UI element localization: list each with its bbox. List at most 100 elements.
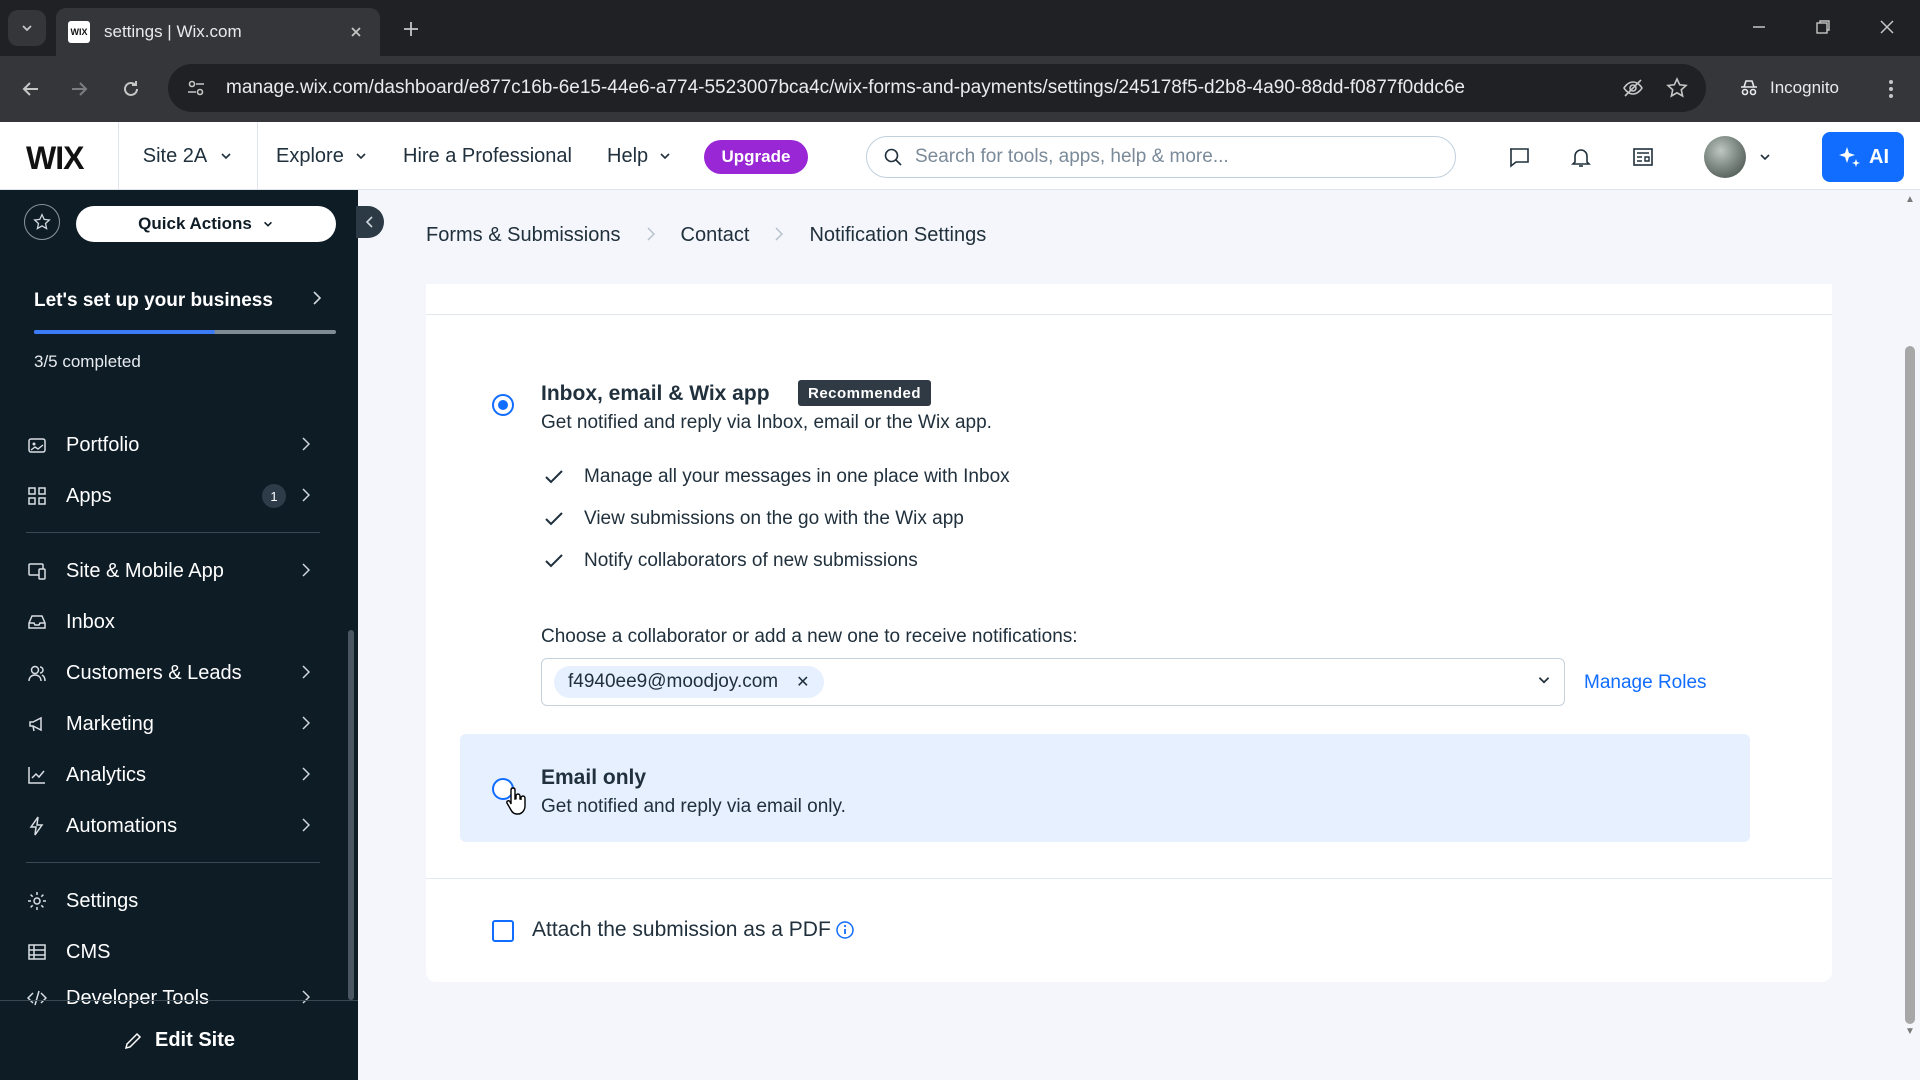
chevron-right-icon xyxy=(302,815,311,838)
site-name: Site 2A xyxy=(142,144,208,167)
explore-menu[interactable]: Explore xyxy=(276,122,368,190)
favorites-star-icon[interactable] xyxy=(24,204,60,240)
setup-business-title[interactable]: Let's set up your business xyxy=(34,290,273,312)
chevron-right-icon xyxy=(775,224,784,247)
sidebar-item-automations[interactable]: Automations xyxy=(0,801,340,851)
sidebar-item-marketing[interactable]: Marketing xyxy=(0,699,340,749)
sidebar-item-label: Analytics xyxy=(66,763,147,786)
wix-favicon-icon: WIX xyxy=(68,21,90,43)
help-menu[interactable]: Help xyxy=(607,122,672,190)
sidebar-item-analytics[interactable]: Analytics xyxy=(0,750,340,800)
attach-pdf-text: Attach the submission as a PDF xyxy=(532,918,831,941)
chevron-down-icon xyxy=(22,25,32,32)
recommended-badge: Recommended xyxy=(798,380,932,406)
collaborator-chip: f4940ee9@moodjoy.com ✕ xyxy=(554,666,824,698)
restore-icon[interactable] xyxy=(1808,12,1838,42)
search-input[interactable] xyxy=(915,146,1439,168)
new-tab-plus-icon[interactable] xyxy=(396,14,426,44)
eye-off-icon[interactable] xyxy=(1618,73,1648,103)
breadcrumb-forms-submissions[interactable]: Forms & Submissions xyxy=(426,224,621,247)
sidebar-item-label: Inbox xyxy=(66,610,115,633)
page-scrollbar-thumb[interactable] xyxy=(1905,346,1915,1024)
back-arrow-icon[interactable] xyxy=(16,74,46,104)
page-scrollbar[interactable]: ▲ ▼ xyxy=(1900,190,1920,1080)
sidebar-item-label: Site & Mobile App xyxy=(66,559,224,582)
customers-icon xyxy=(26,662,48,684)
apps-icon xyxy=(26,485,48,507)
sidebar-item-site-mobile-app[interactable]: Site & Mobile App xyxy=(0,546,340,596)
quick-actions-button[interactable]: Quick Actions xyxy=(76,206,336,242)
scroll-down-icon[interactable]: ▼ xyxy=(1904,1026,1916,1037)
sidebar-item-apps[interactable]: Apps 1 xyxy=(0,471,340,521)
reload-icon[interactable] xyxy=(116,74,146,104)
sidebar-item-cms[interactable]: CMS xyxy=(0,927,340,977)
feature-item: Notify collaborators of new submissions xyxy=(544,550,918,572)
scroll-up-icon[interactable]: ▲ xyxy=(1904,194,1916,205)
news-feed-icon[interactable] xyxy=(1628,142,1658,172)
site-mobile-icon xyxy=(26,560,48,582)
window-close-icon[interactable] xyxy=(1872,12,1902,42)
hire-professional-link[interactable]: Hire a Professional xyxy=(403,122,572,190)
email-only-title[interactable]: Email only xyxy=(541,766,646,790)
wix-top-bar: WIX Site 2A Explore Hire a Professional … xyxy=(0,122,1920,190)
bookmark-star-icon[interactable] xyxy=(1662,73,1692,103)
portfolio-icon xyxy=(26,434,48,456)
collaborator-select[interactable]: f4940ee9@moodjoy.com ✕ xyxy=(541,658,1565,706)
chevron-down-icon xyxy=(221,153,231,160)
site-info-icon[interactable] xyxy=(182,74,210,102)
feature-text: View submissions on the go with the Wix … xyxy=(584,508,964,529)
tab-search-button[interactable] xyxy=(8,10,46,46)
analytics-icon xyxy=(26,764,48,786)
url-text[interactable]: manage.wix.com/dashboard/e877c16b-6e15-4… xyxy=(226,77,1604,99)
chat-icon[interactable] xyxy=(1504,142,1534,172)
sidebar-item-label: CMS xyxy=(66,940,111,963)
sidebar-item-label: Automations xyxy=(66,814,178,837)
collaborator-email: f4940ee9@moodjoy.com xyxy=(568,671,779,692)
browser-tab-active[interactable]: WIX settings | Wix.com xyxy=(56,8,380,56)
forward-arrow-icon[interactable] xyxy=(64,74,94,104)
sidebar-item-customers-leads[interactable]: Customers & Leads xyxy=(0,648,340,698)
incognito-indicator[interactable]: Incognito xyxy=(1722,66,1855,110)
sidebar-item-portfolio[interactable]: Portfolio xyxy=(0,420,340,470)
collapse-sidebar-button[interactable] xyxy=(356,206,384,238)
address-bar[interactable]: manage.wix.com/dashboard/e877c16b-6e15-4… xyxy=(168,64,1706,112)
chevron-left-icon xyxy=(365,216,373,228)
ai-label: AI xyxy=(1869,145,1889,168)
chevron-down-icon[interactable] xyxy=(1536,672,1552,693)
notifications-bell-icon[interactable] xyxy=(1566,142,1596,172)
chevron-right-icon[interactable] xyxy=(312,290,322,311)
info-icon[interactable] xyxy=(835,920,855,940)
sidebar-item-inbox[interactable]: Inbox xyxy=(0,597,340,647)
sidebar-item-settings[interactable]: Settings xyxy=(0,876,340,926)
site-selector[interactable]: Site 2A xyxy=(118,122,258,190)
ai-assistant-button[interactable]: AI xyxy=(1822,132,1904,182)
breadcrumb-notification-settings: Notification Settings xyxy=(809,224,987,246)
upgrade-button[interactable]: Upgrade xyxy=(704,140,808,174)
email-only-option[interactable] xyxy=(460,734,1750,842)
attach-pdf-label[interactable]: Attach the submission as a PDF xyxy=(532,918,855,942)
manage-roles-link[interactable]: Manage Roles xyxy=(1584,672,1707,694)
edit-site-button[interactable]: Edit Site xyxy=(0,1000,358,1080)
cms-icon xyxy=(26,941,48,963)
inbox-email-app-radio[interactable] xyxy=(492,394,514,416)
wix-search-bar[interactable] xyxy=(866,136,1456,178)
sidebar-scrollbar[interactable] xyxy=(348,630,354,1000)
remove-chip-icon[interactable]: ✕ xyxy=(796,672,809,692)
apps-count-badge: 1 xyxy=(262,484,286,508)
browser-toolbar: manage.wix.com/dashboard/e877c16b-6e15-4… xyxy=(0,56,1920,122)
chevron-down-icon xyxy=(356,153,366,160)
checkmark-icon xyxy=(544,554,564,568)
sidebar-divider xyxy=(26,532,320,533)
browser-menu-icon[interactable] xyxy=(1876,74,1906,104)
minimize-icon[interactable] xyxy=(1744,12,1774,42)
hire-professional-label: Hire a Professional xyxy=(403,144,572,167)
breadcrumb-contact[interactable]: Contact xyxy=(681,224,750,247)
search-icon xyxy=(884,148,902,166)
attach-pdf-checkbox[interactable] xyxy=(492,920,514,942)
wix-logo[interactable]: WIX xyxy=(26,140,84,177)
chevron-right-icon xyxy=(302,764,311,787)
chevron-down-icon xyxy=(263,221,272,227)
account-menu[interactable] xyxy=(1704,136,1772,178)
tab-close-icon[interactable] xyxy=(344,20,368,44)
inbox-email-app-title[interactable]: Inbox, email & Wix app xyxy=(541,382,770,406)
